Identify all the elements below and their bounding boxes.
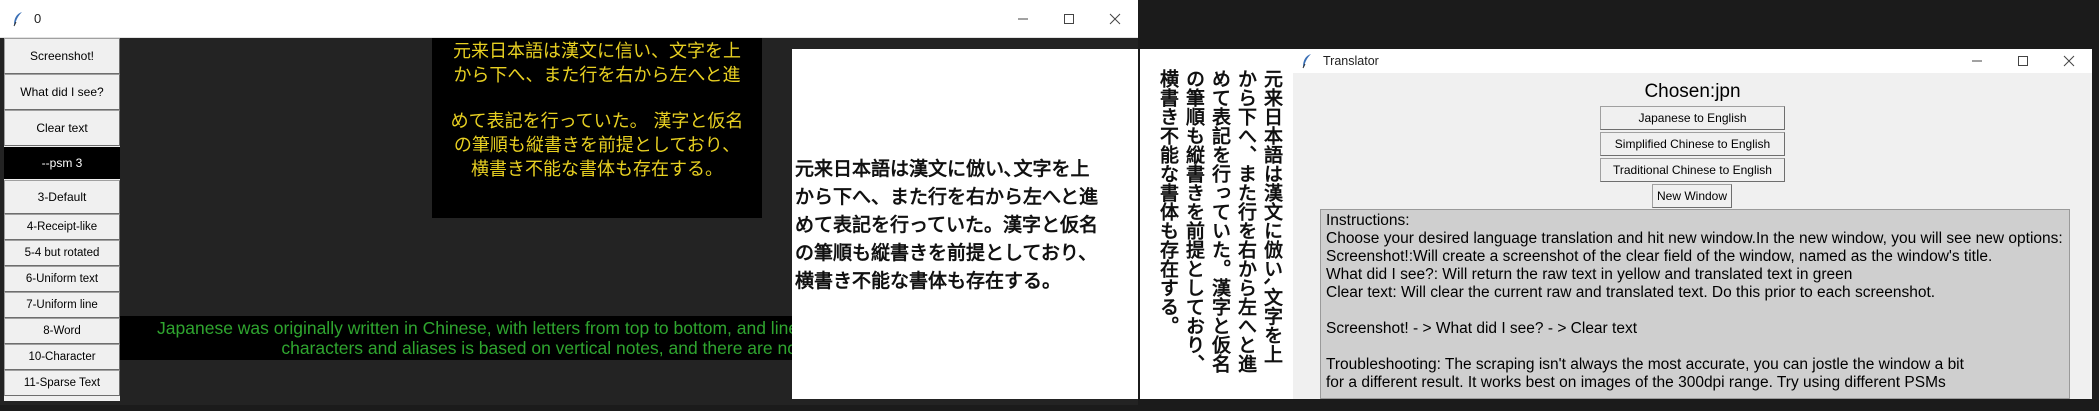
maximize-button[interactable] (2000, 49, 2046, 73)
instructions-textbox[interactable]: Instructions: Choose your desired langua… (1320, 209, 2070, 399)
source-line: から下へ、また行を右から左へと進 (795, 186, 1099, 208)
maximize-icon (2018, 56, 2028, 66)
source-line: 横書き不能な書体も存在する。 (795, 270, 1062, 292)
raw-text-line: の筆順も縦書きを前提としており、 (453, 135, 741, 156)
instructions-line: Troubleshooting: The scraping isn't alwa… (1326, 356, 1964, 373)
source-line: の筆順も縦書きを前提としており、 (795, 242, 1098, 264)
psm-option-10[interactable]: 10-Character (4, 344, 120, 370)
instructions-line: Screenshot!:Will create a screenshot of … (1326, 248, 1993, 265)
vertical-line: めて表記を行っていた。漢字と仮名 (1209, 69, 1231, 373)
vertical-line: 元来日本語は漢文に倣い､文字を上 (1261, 69, 1283, 364)
what-did-i-see-button[interactable]: What did I see? (4, 74, 120, 110)
close-icon (1109, 13, 1121, 25)
main-window-title: 0 (34, 11, 42, 26)
vertical-line: から下へ、また行を右から左へと進 (1235, 69, 1257, 373)
instructions-line: Choose your desired language translation… (1326, 230, 2063, 247)
maximize-button[interactable] (1046, 0, 1092, 38)
chosen-language-label: Chosen:jpn (1644, 81, 1741, 102)
psm-label: --psm 3 (4, 147, 120, 179)
psm-option-3[interactable]: 3-Default (4, 180, 120, 214)
clear-text-button[interactable]: Clear text (4, 110, 120, 146)
raw-text-line: めて表記を行っていた。 漢字と仮名 (450, 111, 744, 132)
minimize-icon (1018, 18, 1028, 20)
feather-icon (1302, 54, 1311, 69)
maximize-icon (1064, 14, 1074, 24)
translator-window: Translator Chosen:jpn Japanese to Englis… (1293, 49, 2092, 399)
psm-option-7[interactable]: 7-Uniform line (4, 292, 120, 318)
translator-title-bar[interactable]: Translator (1293, 49, 2092, 73)
close-button[interactable] (1092, 0, 1138, 38)
minimize-button[interactable] (1000, 0, 1046, 38)
traditional-chinese-to-english-button[interactable]: Traditional Chinese to English (1600, 158, 1785, 182)
vertical-text-image: 元来日本語は漢文に倣い､文字を上 から下へ、また行を右から左へと進 めて表記を行… (1140, 49, 1293, 399)
instructions-line: for a different result. It works best on… (1326, 374, 1946, 391)
raw-text-line: 元来日本語は漢文に信い、文字を上 (453, 41, 741, 62)
instructions-line: Screenshot! - > What did I see? - > Clea… (1326, 320, 1638, 337)
vertical-line: の筆順も縦書きを前提としており、 (1183, 69, 1205, 373)
main-title-bar[interactable]: 0 (0, 0, 1138, 38)
screenshot-button[interactable]: Screenshot! (4, 38, 120, 74)
source-line: めて表記を行っていた。漢字と仮名 (795, 214, 1099, 236)
source-text-image: 元来日本語は漢文に倣い､文字を上 から下へ、また行を右から左へと進 めて表記を行… (792, 49, 1138, 399)
instructions-line: What did I see?: Will return the raw tex… (1326, 266, 1853, 283)
raw-text-line: から下へ、また行を右から左へと進 (453, 65, 741, 86)
source-line: 元来日本語は漢文に倣い､文字を上 (795, 158, 1090, 180)
new-window-button[interactable]: New Window (1652, 184, 1732, 208)
vertical-line: 横書き不能な書体も存在する。 (1157, 69, 1179, 335)
psm-option-11[interactable]: 11-Sparse Text (4, 370, 120, 396)
raw-text-line: 横書き不能な書体も存在する。 (471, 159, 723, 180)
psm-option-4[interactable]: 4-Receipt-like (4, 214, 120, 240)
psm-option-5[interactable]: 5-4 but rotated (4, 240, 120, 266)
psm-option-6[interactable]: 6-Uniform text (4, 266, 120, 292)
feather-icon (13, 12, 22, 27)
simplified-chinese-to-english-button[interactable]: Simplified Chinese to English (1600, 132, 1785, 156)
close-button[interactable] (2046, 49, 2092, 73)
japanese-to-english-button[interactable]: Japanese to English (1600, 106, 1785, 130)
translator-window-title: Translator (1323, 54, 1379, 68)
psm-option-8[interactable]: 8-Word (4, 318, 120, 344)
instructions-line: Clear text: Will clear the current raw a… (1326, 284, 1936, 301)
instructions-header: Instructions: (1326, 212, 1410, 229)
minimize-button[interactable] (1954, 49, 2000, 73)
close-icon (2063, 55, 2075, 67)
raw-text-output: 元来日本語は漢文に信い、文字を上 から下へ、また行を右から左へと進 めて表記を行… (432, 38, 762, 218)
sidebar: Screenshot! What did I see? Clear text -… (4, 38, 120, 401)
minimize-icon (1972, 60, 1982, 62)
